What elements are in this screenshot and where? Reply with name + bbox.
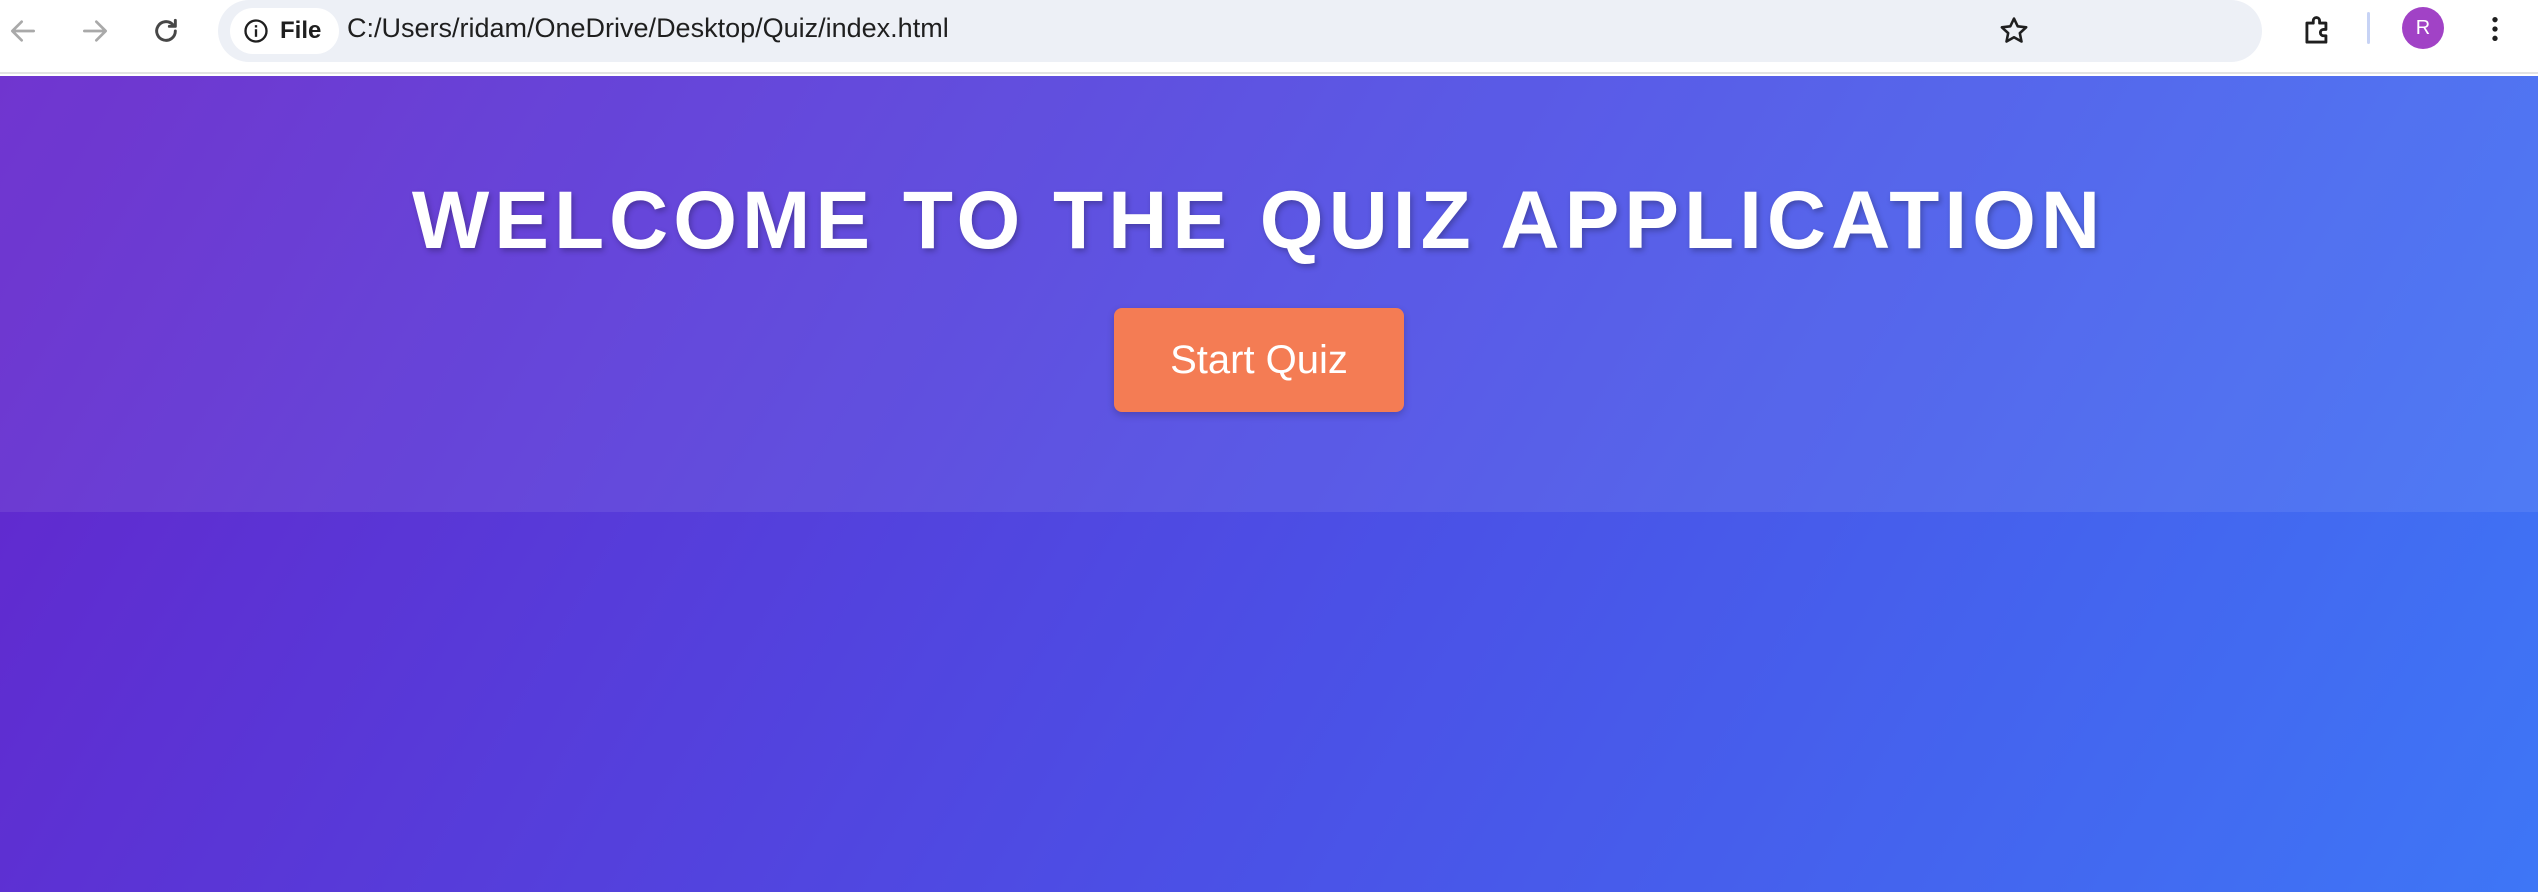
more-vertical-icon [2492, 17, 2498, 41]
page-body: WELCOME TO THE QUIZ APPLICATION Start Qu… [0, 76, 2538, 892]
info-circle-icon [244, 19, 268, 43]
toolbar-divider [2367, 12, 2370, 44]
site-info-chip[interactable]: File [230, 8, 340, 54]
site-chip-label: File [280, 17, 322, 44]
arrow-left-icon [10, 20, 35, 42]
browser-toolbar: File C:/Users/ridam/OneDrive/Desktop/Qui… [0, 0, 2538, 74]
reload-button[interactable] [141, 6, 191, 56]
profile-avatar[interactable]: R [2402, 7, 2444, 49]
reload-icon [155, 18, 177, 42]
start-quiz-button[interactable]: Start Quiz [1114, 308, 1404, 412]
arrow-right-icon [83, 20, 107, 42]
forward-button[interactable] [70, 6, 120, 56]
page-title: WELCOME TO THE QUIZ APPLICATION [411, 175, 2106, 266]
browser-menu-button[interactable] [2470, 4, 2520, 54]
bookmark-button[interactable] [1989, 6, 2039, 56]
hero-section: WELCOME TO THE QUIZ APPLICATION Start Qu… [0, 76, 2538, 512]
star-icon [2000, 17, 2028, 43]
extensions-button[interactable] [2291, 4, 2345, 58]
url-text[interactable]: C:/Users/ridam/OneDrive/Desktop/Quiz/ind… [347, 13, 949, 44]
back-button[interactable] [0, 6, 48, 56]
puzzle-icon [2305, 16, 2328, 44]
address-bar[interactable]: File C:/Users/ridam/OneDrive/Desktop/Qui… [218, 0, 2262, 62]
